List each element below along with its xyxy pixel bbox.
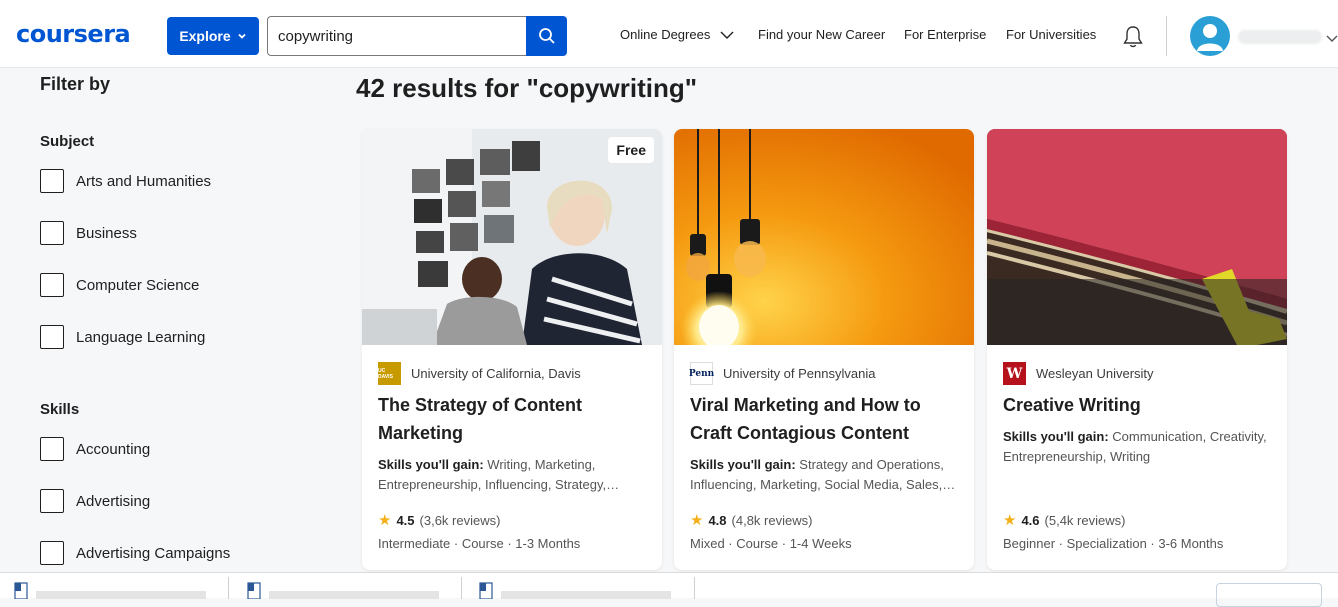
filter-option-language-learning[interactable]: Language Learning [40,325,205,349]
rating: ★ 4.5 (3,6k reviews) [378,511,500,529]
filter-option-accounting[interactable]: Accounting [40,437,150,461]
course-image [674,129,974,345]
download-item[interactable] [14,579,206,599]
subject-heading: Subject [40,133,95,150]
rating: ★ 4.6 (5,4k reviews) [1003,511,1125,529]
rating: ★ 4.8 (4,8k reviews) [690,511,812,529]
downloads-bar [0,572,1338,607]
document-icon [247,582,261,599]
filter-option-advertising[interactable]: Advertising [40,489,150,513]
partner-logo-text: W [1006,365,1023,382]
document-icon [14,582,28,599]
course-card[interactable]: Penn University of Pennsylvania Viral Ma… [674,129,974,570]
explore-button[interactable]: Explore [167,17,259,55]
partner-logo: Penn [688,362,715,385]
review-count: (4,8k reviews) [731,512,813,528]
skills-text: Skills you'll gain: Strategy and Operati… [690,455,960,495]
filter-option-label: Advertising [76,492,151,510]
course-meta: Intermediate · Course · 1-3 Months [378,536,581,551]
partner-logo-text: Penn [688,368,715,379]
course-title[interactable]: Creative Writing [1003,391,1273,419]
review-count: (3,6k reviews) [419,512,501,528]
notifications-bell-icon[interactable] [1120,24,1146,55]
chevron-down-icon [238,33,246,39]
download-item[interactable] [479,579,671,599]
divider [228,577,229,599]
user-avatar[interactable] [1190,16,1230,56]
document-icon [479,582,493,599]
rating-score: 4.6 [1021,512,1040,528]
chevron-down-icon [720,31,734,39]
course-image [987,129,1287,345]
top-navigation-bar: coursera Explore Online Degrees Find you… [0,0,1338,68]
nav-for-enterprise[interactable]: For Enterprise [904,27,986,42]
results-heading: 42 results for "copywriting" [356,73,698,103]
rating-score: 4.5 [396,512,415,528]
course-card[interactable]: W Wesleyan University Creative Writing S… [987,129,1287,570]
filter-option-arts[interactable]: Arts and Humanities [40,169,211,193]
checkbox[interactable] [40,325,64,349]
skills-text: Skills you'll gain: Writing, Marketing, … [378,455,648,495]
nav-find-career[interactable]: Find your New Career [758,27,885,42]
search-icon [538,28,555,44]
free-badge: Free [608,137,654,163]
filter-option-label: Arts and Humanities [76,172,212,190]
course-title[interactable]: The Strategy of Content Marketing [378,391,648,447]
rating-score: 4.8 [708,512,727,528]
checkbox[interactable] [40,169,64,193]
filter-option-label: Business [76,224,137,242]
course-image: Free [362,129,662,345]
show-all-downloads-button[interactable] [1216,583,1322,607]
filter-option-label: Accounting [76,440,151,458]
username-redacted [1238,30,1322,44]
nav-online-degrees-label: Online Degrees [620,27,711,42]
star-icon: ★ [378,512,392,529]
partner-info: Penn University of Pennsylvania [688,362,876,385]
checkbox[interactable] [40,541,64,565]
course-card[interactable]: Free UC DAVIS University of California, … [362,129,662,570]
course-meta: Beginner · Specialization · 3-6 Months [1003,536,1224,551]
nav-online-degrees[interactable]: Online Degrees [620,27,734,42]
skills-text: Skills you'll gain: Communication, Creat… [1003,427,1273,467]
partner-name: Wesleyan University [1036,366,1154,381]
star-icon: ★ [690,512,704,529]
checkbox[interactable] [40,437,64,461]
skills-label: Skills you'll gain: [1003,429,1109,444]
partner-logo-text: UC DAVIS [378,367,393,380]
search-input[interactable] [267,16,527,56]
nav-for-universities[interactable]: For Universities [1006,27,1096,42]
filter-option-advertising-campaigns[interactable]: Advertising Campaigns [40,541,230,565]
download-item[interactable] [247,579,439,599]
checkbox[interactable] [40,273,64,297]
coursera-logo[interactable]: coursera [16,20,131,48]
filter-option-business[interactable]: Business [40,221,137,245]
explore-label: Explore [179,28,231,44]
checkbox[interactable] [40,489,64,513]
header-divider [1166,16,1167,56]
star-icon: ★ [1003,512,1017,529]
skills-label: Skills you'll gain: [378,457,484,472]
skills-heading: Skills [40,401,80,418]
checkbox[interactable] [40,221,64,245]
partner-info: W Wesleyan University [1003,362,1154,385]
filter-option-computer-science[interactable]: Computer Science [40,273,199,297]
filter-option-label: Advertising Campaigns [76,544,231,562]
partner-name: University of California, Davis [411,366,581,381]
course-title[interactable]: Viral Marketing and How to Craft Contagi… [690,391,960,447]
partner-logo: W [1003,362,1026,385]
divider [461,577,462,599]
partner-logo: UC DAVIS [378,362,401,385]
search-button[interactable] [526,16,567,56]
skills-label: Skills you'll gain: [690,457,796,472]
divider [694,577,695,599]
filter-option-label: Computer Science [76,276,200,294]
partner-info: UC DAVIS University of California, Davis [378,362,581,385]
filter-by-heading: Filter by [40,74,111,94]
review-count: (5,4k reviews) [1044,512,1126,528]
chevron-down-icon[interactable] [1326,30,1338,48]
course-meta: Mixed · Course · 1-4 Weeks [690,536,852,551]
filter-option-label: Language Learning [76,328,206,346]
partner-name: University of Pennsylvania [723,366,876,381]
